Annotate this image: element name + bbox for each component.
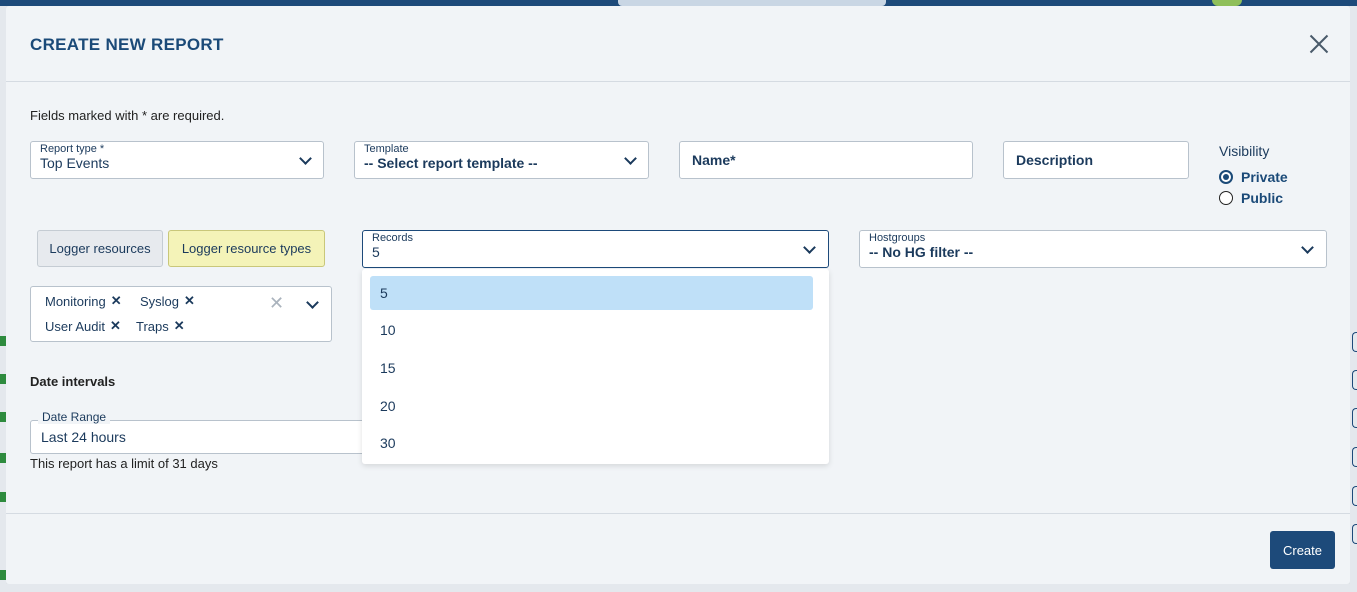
remove-tag-icon[interactable]: ✕ <box>174 318 185 334</box>
records-select[interactable]: Records 5 <box>362 230 829 268</box>
background-right-strip <box>1350 6 1357 592</box>
modal-header: CREATE NEW REPORT <box>6 6 1350 82</box>
chevron-down-icon <box>299 152 312 165</box>
template-value: -- Select report template -- <box>364 155 538 171</box>
name-placeholder: Name* <box>692 152 736 168</box>
remove-tag-icon[interactable]: ✕ <box>184 293 195 309</box>
background-row-button <box>1352 370 1357 390</box>
background-row-button <box>1352 524 1357 544</box>
report-type-value: Top Events <box>40 155 110 171</box>
radio-unchecked-icon <box>1219 191 1233 205</box>
description-placeholder: Description <box>1016 152 1094 168</box>
records-option-15[interactable]: 15 <box>370 351 813 385</box>
resource-types-multiselect[interactable]: Monitoring ✕ Syslog ✕ User Audit ✕ Traps… <box>30 286 332 342</box>
date-range-label: Date Range <box>38 410 111 424</box>
name-field[interactable]: Name* <box>679 141 973 179</box>
modal-footer: Create <box>6 513 1350 584</box>
background-row-button <box>1352 408 1357 428</box>
tag-label: Traps <box>136 318 169 334</box>
records-option-5[interactable]: 5 <box>370 276 813 310</box>
tag-traps: Traps ✕ <box>136 318 185 334</box>
hostgroups-label: Hostgroups <box>869 232 926 244</box>
modal-title: CREATE NEW REPORT <box>30 35 224 54</box>
background-row-button <box>1352 447 1357 467</box>
template-select[interactable]: Template -- Select report template -- <box>354 141 649 179</box>
records-value: 5 <box>372 244 380 260</box>
clear-all-icon[interactable]: ✕ <box>269 293 284 314</box>
date-intervals-title: Date intervals <box>30 374 116 389</box>
description-field[interactable]: Description <box>1003 141 1189 179</box>
tag-monitoring: Monitoring ✕ <box>45 293 122 309</box>
report-type-label: Report type * <box>40 143 105 155</box>
date-range-value: Last 24 hours <box>41 429 126 445</box>
chevron-down-icon[interactable] <box>306 296 319 309</box>
background-row-button <box>1352 486 1357 506</box>
tag-label: User Audit <box>45 318 105 334</box>
remove-tag-icon[interactable]: ✕ <box>110 318 121 334</box>
template-label: Template <box>364 143 409 155</box>
visibility-public-radio[interactable]: Public <box>1219 190 1283 206</box>
visibility-private-radio[interactable]: Private <box>1219 169 1288 185</box>
hostgroups-select[interactable]: Hostgroups -- No HG filter -- <box>859 230 1327 268</box>
report-type-select[interactable]: Report type * Top Events <box>30 141 324 179</box>
chevron-down-icon <box>803 241 816 254</box>
records-option-10[interactable]: 10 <box>370 313 813 347</box>
tag-label: Syslog <box>140 293 180 309</box>
create-button[interactable]: Create <box>1270 531 1335 569</box>
records-option-30[interactable]: 30 <box>370 426 813 460</box>
close-icon[interactable] <box>1308 33 1330 55</box>
records-label: Records <box>372 232 413 244</box>
tag-syslog: Syslog ✕ <box>140 293 195 309</box>
remove-tag-icon[interactable]: ✕ <box>111 293 122 309</box>
hostgroups-value: -- No HG filter -- <box>869 244 974 260</box>
visibility-private-label: Private <box>1241 169 1288 185</box>
records-dropdown-menu: 5 10 15 20 30 <box>362 269 829 464</box>
date-range-select[interactable]: Last 24 hours <box>30 420 366 454</box>
background-row-button <box>1352 332 1357 352</box>
visibility-label: Visibility <box>1219 143 1270 159</box>
radio-checked-icon <box>1219 170 1233 184</box>
records-option-20[interactable]: 20 <box>370 389 813 423</box>
required-fields-note: Fields marked with * are required. <box>30 108 225 123</box>
tag-label: Monitoring <box>45 293 106 309</box>
visibility-public-label: Public <box>1241 190 1284 206</box>
chevron-down-icon <box>624 152 637 165</box>
create-report-modal: CREATE NEW REPORT Fields marked with * a… <box>6 6 1350 584</box>
chevron-down-icon <box>1301 241 1314 254</box>
logger-resources-button[interactable]: Logger resources <box>37 230 163 267</box>
background-bottom-strip <box>0 584 1357 592</box>
tag-user-audit: User Audit ✕ <box>45 318 121 334</box>
date-limit-note: This report has a limit of 31 days <box>30 456 218 471</box>
logger-resource-types-button[interactable]: Logger resource types <box>168 230 325 267</box>
